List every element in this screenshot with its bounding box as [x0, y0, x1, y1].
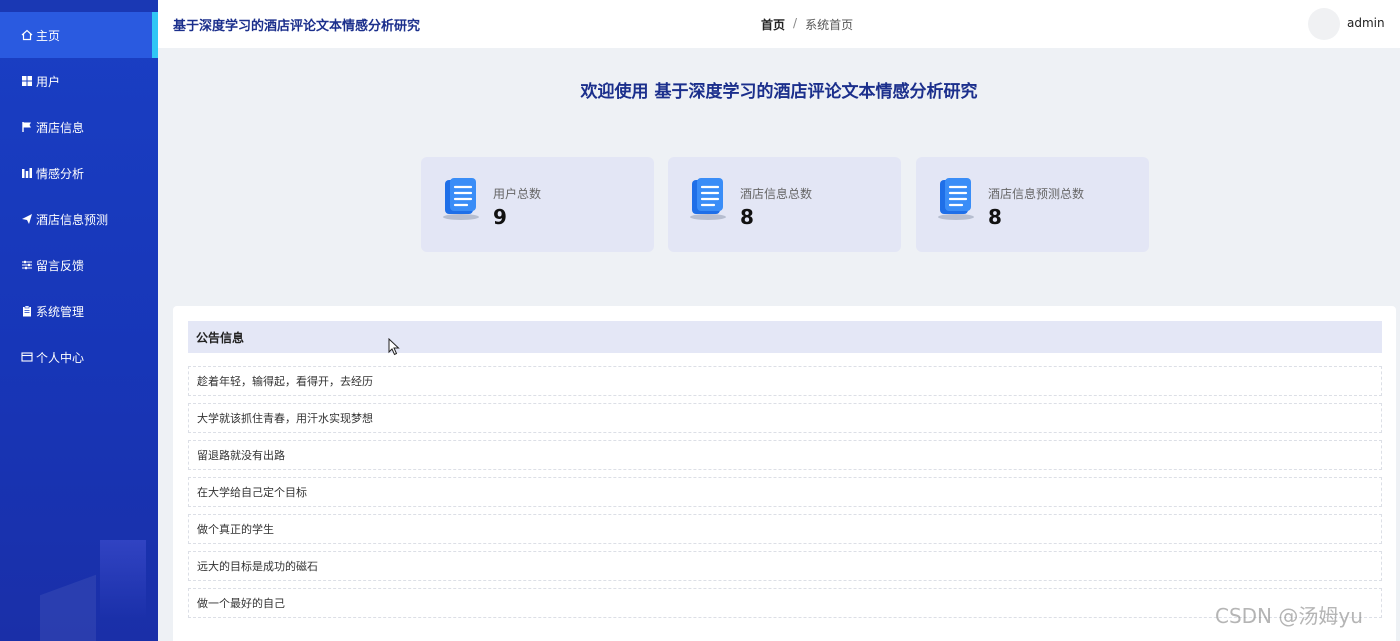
watermark: CSDN @汤姆yu [1215, 604, 1363, 628]
stat-value: 8 [740, 205, 754, 229]
sidebar-item-label: 个人中心 [36, 350, 85, 365]
stat-label: 酒店信息预测总数 [988, 187, 1085, 201]
sidebar-item-label: 留言反馈 [36, 258, 85, 273]
grid-icon [20, 75, 33, 88]
chart-icon [20, 167, 33, 180]
flag-icon [20, 121, 33, 134]
sidebar-item-hotel-info[interactable]: 酒店信息 [0, 104, 158, 150]
sidebar-item-users[interactable]: 用户 [0, 58, 158, 104]
welcome-title: 欢迎使用 基于深度学习的酒店评论文本情感分析研究 [580, 82, 978, 102]
notice-item[interactable]: 留退路就没有出路 [188, 440, 1382, 470]
breadcrumb-home[interactable]: 首页 [761, 16, 785, 33]
stat-value: 8 [988, 205, 1002, 229]
username[interactable]: admin [1347, 16, 1385, 30]
stat-card-users: 用户总数 9 [421, 157, 654, 252]
sidebar-item-label: 酒店信息预测 [36, 212, 109, 227]
sidebar-item-label: 用户 [36, 74, 61, 89]
document-icon [688, 177, 728, 221]
stat-card-predictions: 酒店信息预测总数 8 [916, 157, 1149, 252]
stat-card-hotels: 酒店信息总数 8 [668, 157, 901, 252]
mouse-cursor-icon [388, 337, 400, 356]
app-title: 基于深度学习的酒店评论文本情感分析研究 [173, 19, 421, 34]
breadcrumb-separator: / [793, 16, 798, 30]
home-icon [20, 29, 33, 42]
notice-item[interactable]: 远大的目标是成功的磁石 [188, 551, 1382, 581]
sidebar: 主页 用户 酒店信息 情感分析 酒店信息预测 留言反馈 系统管理 个人中心 [0, 0, 158, 641]
notice-item[interactable]: 做个真正的学生 [188, 514, 1382, 544]
avatar[interactable] [1308, 8, 1340, 40]
breadcrumb: 首页 / 系统首页 [761, 16, 853, 33]
breadcrumb-current: 系统首页 [805, 18, 854, 32]
notice-item[interactable]: 做一个最好的自己 [188, 588, 1382, 618]
sidebar-top-strip [0, 0, 158, 12]
send-icon [20, 213, 33, 226]
stat-label: 酒店信息总数 [740, 187, 813, 201]
sidebar-item-system[interactable]: 系统管理 [0, 288, 158, 334]
stat-label: 用户总数 [493, 187, 542, 201]
sidebar-item-label: 主页 [36, 28, 61, 43]
sidebar-item-sentiment[interactable]: 情感分析 [0, 150, 158, 196]
sidebar-item-label: 酒店信息 [36, 120, 85, 135]
document-icon [441, 177, 481, 221]
notice-panel-title: 公告信息 [188, 321, 1382, 353]
sliders-icon [20, 259, 33, 272]
stat-value: 9 [493, 205, 507, 229]
card-icon [20, 351, 33, 364]
top-header: 基于深度学习的酒店评论文本情感分析研究 首页 / 系统首页 admin [158, 0, 1400, 48]
sidebar-item-label: 系统管理 [36, 304, 85, 319]
notice-list: 趁着年轻，输得起，看得开，去经历 大学就该抓住青春，用汗水实现梦想 留退路就没有… [188, 366, 1382, 625]
sidebar-decoration [40, 574, 96, 641]
sidebar-item-label: 情感分析 [36, 166, 85, 181]
clipboard-icon [20, 305, 33, 318]
notice-panel: 公告信息 趁着年轻，输得起，看得开，去经历 大学就该抓住青春，用汗水实现梦想 留… [173, 306, 1396, 641]
sidebar-decoration [100, 540, 146, 620]
document-icon [936, 177, 976, 221]
notice-item[interactable]: 在大学给自己定个目标 [188, 477, 1382, 507]
sidebar-item-feedback[interactable]: 留言反馈 [0, 242, 158, 288]
sidebar-item-home[interactable]: 主页 [0, 12, 158, 58]
sidebar-item-profile[interactable]: 个人中心 [0, 334, 158, 380]
notice-item[interactable]: 大学就该抓住青春，用汗水实现梦想 [188, 403, 1382, 433]
sidebar-item-prediction[interactable]: 酒店信息预测 [0, 196, 158, 242]
notice-item[interactable]: 趁着年轻，输得起，看得开，去经历 [188, 366, 1382, 396]
